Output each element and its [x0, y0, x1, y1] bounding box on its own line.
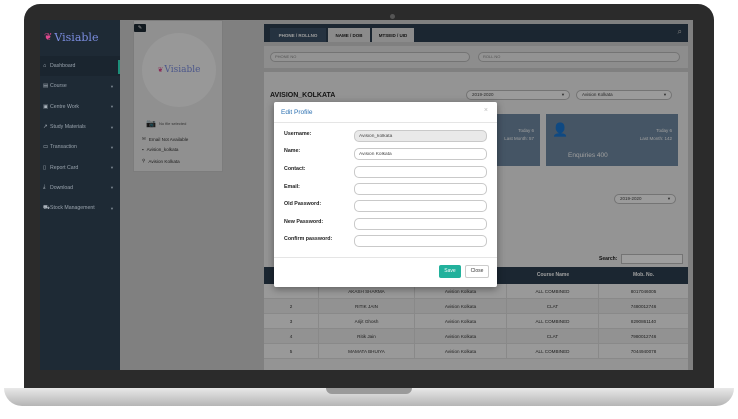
- chevron-down-icon: ▼: [110, 124, 114, 130]
- email-field[interactable]: [354, 183, 487, 195]
- close-icon[interactable]: ×: [484, 107, 488, 114]
- username-field[interactable]: [354, 130, 487, 142]
- sidebar-item-dashboard[interactable]: ⌂ Dashboard: [40, 56, 120, 77]
- sidebar-item-transaction[interactable]: ▭ Transaction ▼: [40, 137, 120, 157]
- sidebar-item-report-card[interactable]: ▯ Report Card ▼: [40, 157, 120, 177]
- chart-icon: ↗: [43, 124, 48, 131]
- old-password-field[interactable]: [354, 200, 487, 212]
- modal-title: Edit Profile: [281, 109, 313, 116]
- confirm-password-field[interactable]: [354, 235, 487, 247]
- sidebar-item-centre-work[interactable]: ▣ Centre Work ▼: [40, 97, 120, 117]
- file-icon: ▯: [43, 164, 47, 171]
- modal-header-divider: [274, 122, 497, 123]
- sidebar-item-course[interactable]: ▤ Course ▼: [40, 76, 120, 96]
- sidebar: ❦ Visiable ⌂ Dashboard ▤ Course ▼ ▣ Cent…: [40, 20, 121, 370]
- new-password-field[interactable]: [354, 218, 487, 230]
- chevron-down-icon: ▼: [110, 144, 114, 150]
- close-button[interactable]: Close: [465, 265, 489, 278]
- chevron-down-icon: ▼: [110, 83, 114, 89]
- name-label: Name:: [284, 148, 301, 154]
- modal-footer-divider: [274, 257, 497, 258]
- sidebar-item-label: Centre Work: [50, 103, 80, 110]
- download-icon: ⤓: [43, 184, 46, 191]
- sidebar-item-label: Transaction: [50, 144, 77, 151]
- chevron-down-icon: ▼: [110, 104, 114, 110]
- logo-mark-icon: ❦: [44, 31, 53, 43]
- chevron-down-icon: ▼: [110, 165, 114, 171]
- confirm-password-label: Confirm password:: [284, 236, 333, 242]
- sidebar-item-label: Course: [50, 83, 67, 90]
- book-icon: ▤: [43, 83, 49, 90]
- logo[interactable]: ❦ Visiable: [40, 20, 120, 54]
- edit-profile-modal: Edit Profile × Username: Name: Contact: …: [274, 102, 497, 287]
- sidebar-item-label: Dashboard: [50, 63, 76, 70]
- sidebar-item-study-materials[interactable]: ↗ Study Materials ▼: [40, 117, 120, 137]
- email-label: Email:: [284, 184, 300, 190]
- home-icon: ⌂: [43, 63, 47, 70]
- sidebar-item-label: Stock Management: [50, 205, 95, 212]
- sidebar-item-label: Study Materials: [50, 124, 86, 131]
- cart-icon: ⛟: [43, 204, 50, 211]
- username-label: Username:: [284, 131, 312, 137]
- old-password-label: Old Password:: [284, 201, 322, 207]
- chevron-down-icon: ▼: [110, 185, 114, 191]
- new-password-label: New Password:: [284, 219, 324, 225]
- sidebar-item-download[interactable]: ⤓ Download ▼: [40, 178, 120, 198]
- contact-label: Contact:: [284, 166, 306, 172]
- monitor-icon: ▭: [43, 144, 49, 151]
- save-button[interactable]: Save: [439, 265, 461, 278]
- laptop-notch: [326, 388, 412, 394]
- contact-field[interactable]: [354, 166, 487, 178]
- webcam-dot: [390, 14, 395, 19]
- sidebar-item-stock-management[interactable]: ⛟ Stock Management ▼: [40, 198, 120, 218]
- sidebar-item-label: Download: [50, 184, 74, 191]
- briefcase-icon: ▣: [43, 103, 49, 110]
- sidebar-item-label: Report Card: [50, 164, 79, 171]
- name-field[interactable]: [354, 148, 487, 160]
- logo-text: Visiable: [54, 30, 99, 44]
- chevron-down-icon: ▼: [110, 205, 114, 211]
